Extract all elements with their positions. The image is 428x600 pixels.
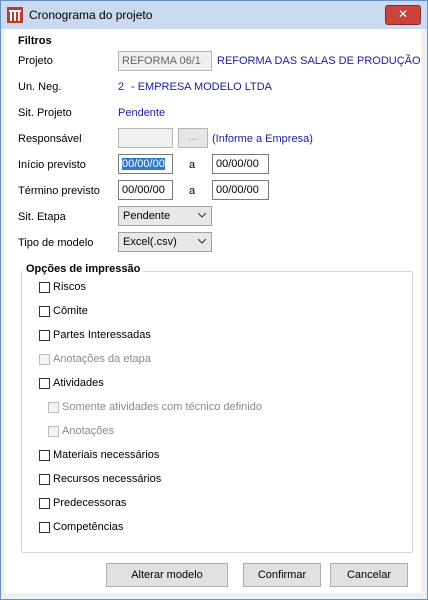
checkbox-label: Riscos (53, 281, 87, 293)
checkbox-competencias[interactable] (39, 522, 50, 533)
model-type-label: Tipo de modelo (18, 237, 94, 249)
checkbox-anotacoes[interactable] (48, 426, 59, 437)
checkbox-label: Anotações (62, 425, 114, 437)
filters-title: Filtros (18, 35, 52, 47)
stage-status-label: Sit. Etapa (18, 211, 66, 223)
checkbox-partes-interessadas[interactable] (39, 330, 50, 341)
end-date-to-value: 00/00/00 (216, 184, 259, 196)
alter-model-label: Alterar modelo (131, 569, 203, 581)
window-title: Cronograma do projeto (29, 8, 153, 22)
start-date-to-value: 00/00/00 (216, 158, 259, 170)
start-date-to-field[interactable]: 00/00/00 (212, 154, 269, 174)
checkbox-anotacoes-etapa[interactable] (39, 354, 50, 365)
business-unit-name: - EMPRESA MODELO LTDA (131, 81, 272, 93)
dialog-window: Cronograma do projeto ✕ Filtros Projeto … (0, 0, 428, 600)
close-icon: ✕ (397, 7, 409, 21)
print-options-title: Opções de impressão (23, 263, 144, 275)
title-bar[interactable]: Cronograma do projeto ✕ (1, 1, 427, 29)
checkbox-label: Competências (53, 521, 124, 533)
lookup-button-label: ... (188, 131, 198, 143)
confirm-button[interactable]: Confirmar (243, 563, 321, 587)
alter-model-button[interactable]: Alterar modelo (106, 563, 228, 587)
checkbox-comite[interactable] (39, 306, 50, 317)
dialog-body: Filtros Projeto REFORMA 06/1 REFORMA DAS… (5, 29, 421, 593)
responsible-label: Responsável (18, 133, 82, 145)
responsible-hint: (Informe a Empresa) (212, 133, 313, 145)
project-label: Projeto (18, 55, 53, 67)
checkbox-label: Materiais necessários (53, 449, 160, 461)
stage-status-select[interactable]: Pendente (118, 206, 212, 226)
checkbox-materiais[interactable] (39, 450, 50, 461)
project-code-field[interactable]: REFORMA 06/1 (118, 51, 212, 71)
app-icon (7, 7, 23, 23)
project-status-label: Sit. Projeto (18, 107, 72, 119)
start-date-label: Início previsto (18, 159, 86, 171)
checkbox-label: Recursos necessários (53, 473, 162, 485)
chevron-down-icon (198, 213, 206, 218)
end-date-from-value: 00/00/00 (122, 184, 165, 196)
cancel-label: Cancelar (346, 569, 392, 581)
responsible-lookup-button[interactable]: ... (178, 128, 208, 148)
checkbox-predecessoras[interactable] (39, 498, 50, 509)
close-button[interactable]: ✕ (385, 5, 421, 25)
start-date-separator: a (189, 159, 196, 171)
responsible-field[interactable] (118, 128, 173, 148)
start-date-from-value: 00/00/00 (122, 158, 165, 170)
project-code-value: REFORMA 06/1 (122, 55, 201, 67)
chevron-down-icon (198, 239, 206, 244)
model-type-value: Excel(.csv) (123, 236, 177, 248)
checkbox-label: Partes Interessadas (53, 329, 151, 341)
checkbox-somente-atividades[interactable] (48, 402, 59, 413)
end-date-separator: a (189, 185, 196, 197)
end-date-to-field[interactable]: 00/00/00 (212, 180, 269, 200)
cancel-button[interactable]: Cancelar (330, 563, 408, 587)
checkbox-recursos[interactable] (39, 474, 50, 485)
business-unit-label: Un. Neg. (18, 81, 62, 93)
checkbox-label: Somente atividades com técnico definido (62, 401, 262, 413)
end-date-from-field[interactable]: 00/00/00 (118, 180, 173, 200)
project-status-value: Pendente (118, 107, 166, 119)
end-date-label: Término previsto (18, 185, 100, 197)
start-date-from-field[interactable]: 00/00/00 (118, 154, 173, 174)
model-type-select[interactable]: Excel(.csv) (118, 232, 212, 252)
checkbox-label: Anotações da etapa (53, 353, 151, 365)
checkbox-atividades[interactable] (39, 378, 50, 389)
checkbox-label: Atividades (53, 377, 104, 389)
checkbox-label: Cômite (53, 305, 88, 317)
project-name: REFORMA DAS SALAS DE PRODUÇÃO (217, 55, 421, 67)
checkbox-riscos[interactable] (39, 282, 50, 293)
stage-status-value: Pendente (123, 210, 171, 222)
business-unit-code: 2 (118, 81, 125, 93)
checkbox-label: Predecessoras (53, 497, 127, 509)
confirm-label: Confirmar (257, 569, 307, 581)
